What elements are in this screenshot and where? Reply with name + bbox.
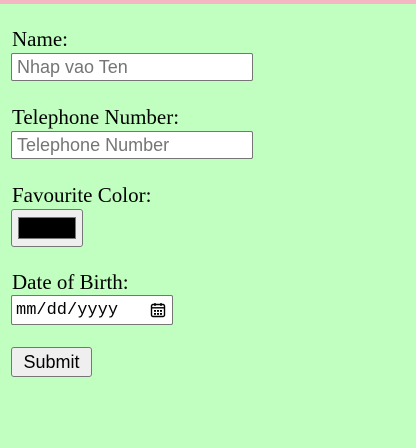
favourite-color-label: Favourite Color: bbox=[12, 183, 152, 207]
telephone-label: Telephone Number: bbox=[12, 105, 180, 129]
date-of-birth-input[interactable]: mm/dd/yyyy bbox=[11, 295, 173, 325]
color-swatch bbox=[18, 217, 76, 239]
date-of-birth-label: Date of Birth: bbox=[12, 270, 129, 294]
name-input[interactable] bbox=[11, 53, 253, 81]
submit-button[interactable]: Submit bbox=[11, 347, 92, 377]
date-placeholder: mm/dd/yyyy bbox=[16, 300, 119, 320]
calendar-icon[interactable] bbox=[150, 302, 166, 318]
color-picker[interactable] bbox=[11, 209, 83, 247]
telephone-input[interactable] bbox=[11, 131, 253, 159]
name-label: Name: bbox=[12, 27, 68, 51]
